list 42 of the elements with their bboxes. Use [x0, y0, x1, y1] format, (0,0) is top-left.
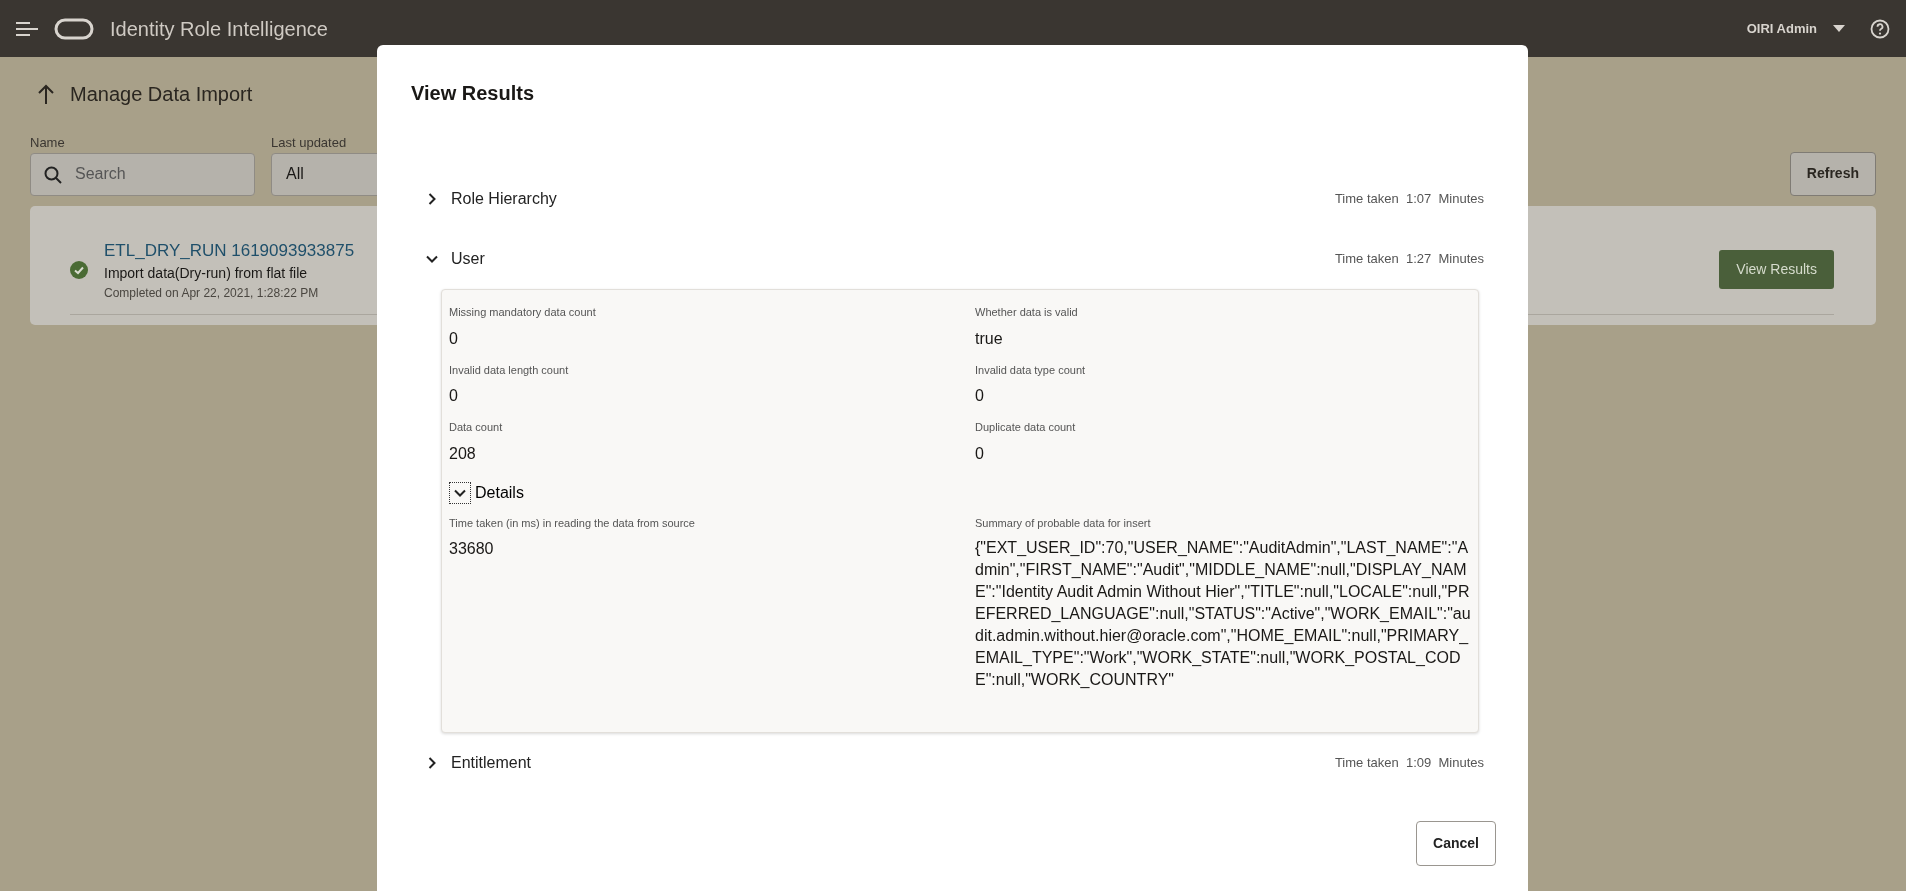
dialog-title: View Results [411, 81, 536, 105]
detail-label: Summary of probable data for insert [975, 515, 1152, 531]
stat-label: Whether data is valid [975, 305, 1079, 320]
search-field[interactable]: Search [30, 152, 255, 196]
up-arrow-icon[interactable] [38, 84, 54, 104]
refresh-button[interactable]: Refresh [1789, 151, 1876, 196]
page-title: Manage Data Import [70, 82, 253, 107]
section-toggle[interactable]: User [425, 247, 485, 271]
detail-label: Time taken (in ms) in reading the data from source [449, 515, 696, 531]
job-description: Import data(Dry-run) from flat file [104, 264, 309, 283]
detail-value: 33680 [449, 539, 495, 559]
help-icon[interactable] [1870, 18, 1890, 39]
stat-value: true [975, 328, 1004, 349]
summary-text: {"EXT_USER_ID":70,"USER_NAME":"AuditAdmin","LAST_NAME":"Admin","FIRST_NAME":"Audit","MIDDLE_NAME":null,"DISPLAY_NAME":"Identity Audit Admin Without Hier","TITLE":null,"LOCALE":null,"PREFERRED_LANGUAGE":null,"STATUS":"Active","WORK_EMAIL":"audit.admin.without.hier@oracle.com","HOME_EMAIL":null,"PRIMARY_EMAIL_TYPE":"Work","WORK_STATE":null,"WORK_POSTAL_CODE":null,"WORK_COUNTRY" [975, 538, 1471, 690]
job-date: Completed on Apr 22, 2021, 1:28:22 PM [104, 285, 320, 302]
stat-value: 0 [449, 328, 459, 349]
section-toggle[interactable]: Entitlement [425, 751, 532, 775]
filter-label: Last updated [271, 134, 348, 152]
details-toggle[interactable]: Details [449, 480, 524, 505]
stat-label: Missing mandatory data count [449, 305, 597, 320]
caret-icon [1833, 25, 1845, 32]
stat-label: Duplicate data count [975, 420, 1077, 435]
logo-icon [54, 17, 94, 40]
stat-label: Invalid data type count [975, 362, 1087, 378]
stat-label: Invalid data length count [449, 362, 570, 378]
stat-value: 0 [975, 443, 985, 464]
time-taken: Time taken 1:07 Minutes [1334, 190, 1484, 209]
stat-value: 208 [449, 443, 477, 464]
app-title: Identity Role Intelligence [110, 16, 328, 42]
job-link[interactable]: ETL_DRY_RUN 1619093933875 [104, 240, 355, 260]
stat-value: 0 [449, 386, 459, 406]
search-icon [44, 165, 62, 184]
cancel-button[interactable]: Cancel [1416, 821, 1496, 866]
section-toggle[interactable]: Role Hierarchy [425, 187, 557, 211]
view-results-button[interactable]: View Results [1719, 250, 1834, 290]
stat-value: 0 [975, 386, 985, 406]
menu-icon[interactable] [16, 20, 38, 37]
user-menu[interactable]: OIRI Admin [1745, 17, 1846, 40]
filter-label: Name [30, 134, 66, 152]
stat-label: Data count [449, 420, 504, 435]
time-taken: Time taken 1:09 Minutes [1334, 754, 1484, 773]
time-taken: Time taken 1:27 Minutes [1334, 250, 1484, 269]
